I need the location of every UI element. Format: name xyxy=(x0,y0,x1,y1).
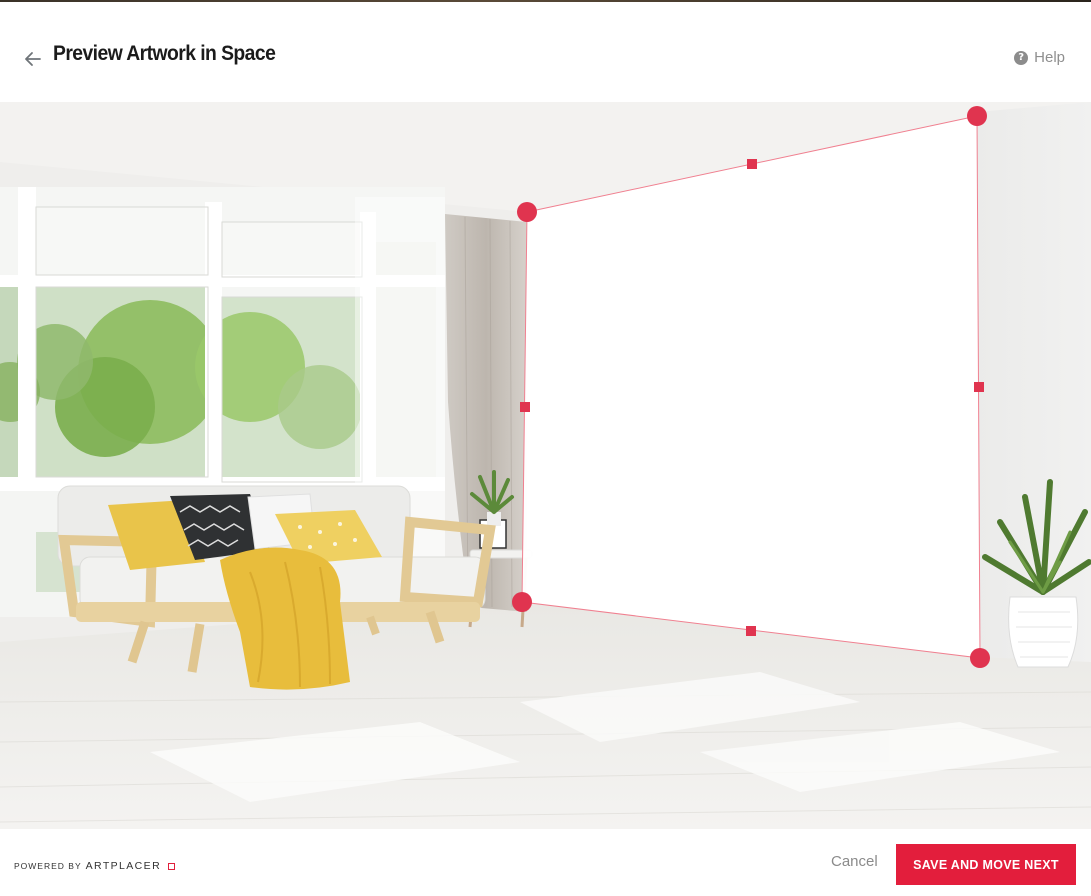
edge-handle-bottom[interactable] xyxy=(746,626,756,636)
room-scene xyxy=(0,102,1091,829)
footer: POWERED BY ARTPLACER Cancel SAVE AND MOV… xyxy=(0,829,1091,896)
help-label: Help xyxy=(1034,49,1065,66)
room-preview-canvas[interactable] xyxy=(0,102,1091,829)
powered-by-artplacer[interactable]: POWERED BY ARTPLACER xyxy=(14,860,176,872)
edge-handle-left[interactable] xyxy=(520,402,530,412)
corner-handle-bottom-left[interactable] xyxy=(512,592,532,612)
corner-handle-top-left[interactable] xyxy=(517,202,537,222)
header: Preview Artwork in Space ? Help xyxy=(0,2,1091,102)
corner-handle-top-right[interactable] xyxy=(967,106,987,126)
back-button[interactable] xyxy=(20,46,46,72)
save-and-move-next-button[interactable]: SAVE AND MOVE NEXT xyxy=(896,844,1076,885)
brand-name: ARTPLACER xyxy=(85,860,162,872)
page-title: Preview Artwork in Space xyxy=(53,42,276,65)
help-link[interactable]: ? Help xyxy=(1014,49,1065,66)
square-outline-icon xyxy=(168,862,176,870)
cancel-button[interactable]: Cancel xyxy=(831,853,878,870)
edge-handle-top[interactable] xyxy=(747,159,757,169)
arrow-left-icon xyxy=(25,52,41,66)
edge-handle-right[interactable] xyxy=(974,382,984,392)
question-circle-icon: ? xyxy=(1014,50,1029,65)
corner-handle-bottom-right[interactable] xyxy=(970,648,990,668)
powered-by-label: POWERED BY xyxy=(14,861,82,871)
